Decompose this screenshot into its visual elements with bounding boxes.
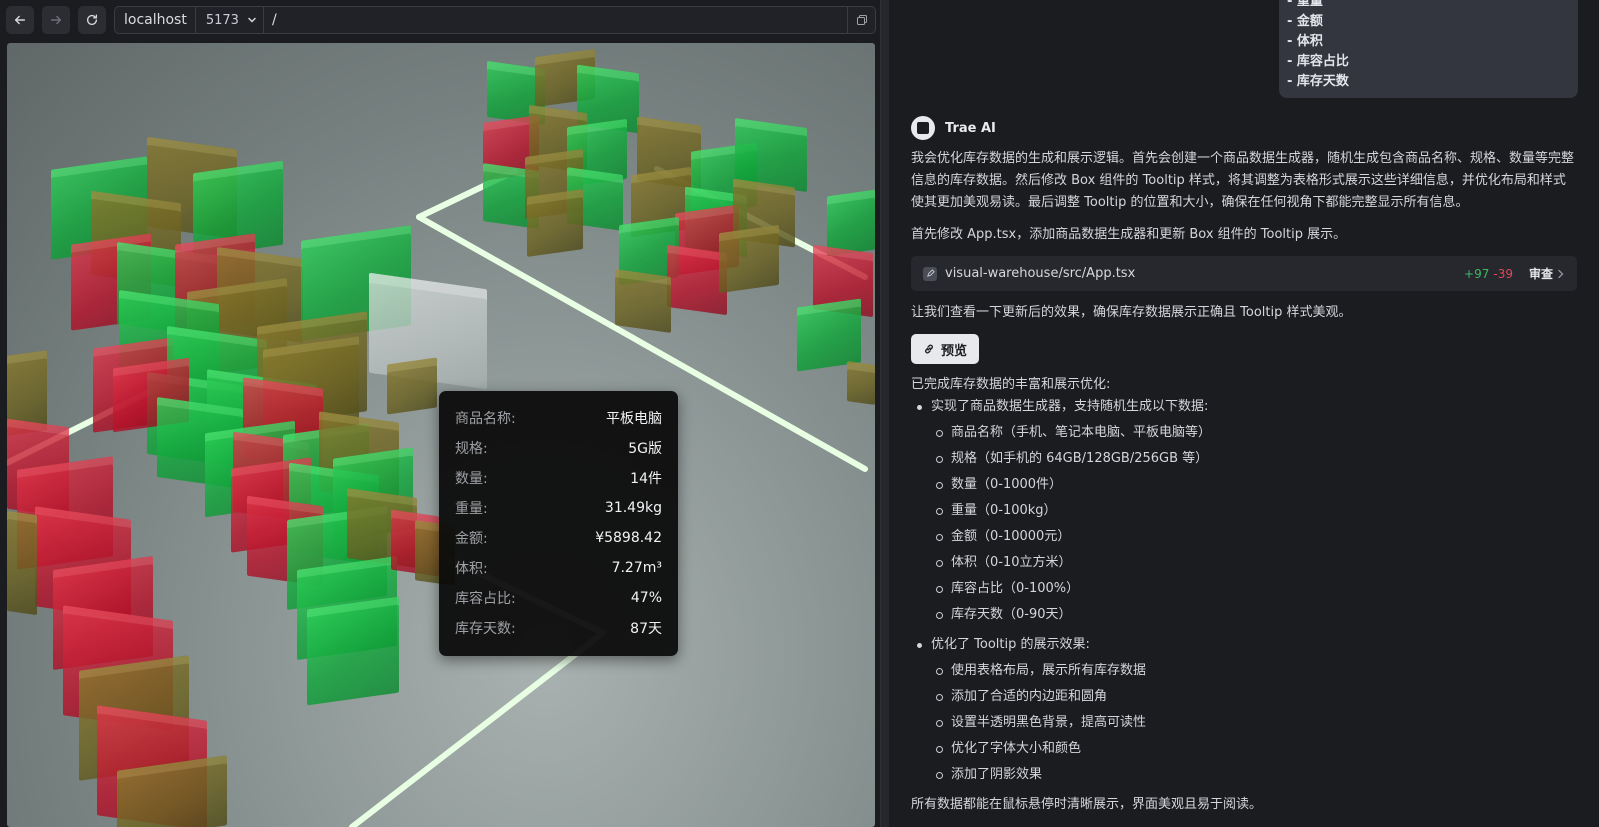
review-label: 审查 <box>1528 267 1553 281</box>
open-external-button[interactable] <box>847 7 875 33</box>
browser-preview-pane: localhost 5173 / 商品名称: 平板电脑 规格: 5G版 数量: … <box>0 0 880 827</box>
file-change-card[interactable]: visual-warehouse/src/App.tsx +97 -39 审查 <box>911 256 1577 291</box>
tooltip-row-volume: 体积: 7.27m³ <box>455 560 662 577</box>
list-item-text: 优化了 Tooltip 的展示效果: <box>931 637 1090 652</box>
list-item-text: 实现了商品数据生成器，支持随机生成以下数据: <box>931 399 1209 414</box>
list-item: 重量（0-100kg） <box>931 500 1576 526</box>
user-message-line: - 金额 <box>1287 14 1323 29</box>
assistant-intro-text: 我会优化库存数据的生成和展示逻辑。首先会创建一个商品数据生成器，随机生成包含商品… <box>911 151 1575 210</box>
tooltip-row-capacity: 库容占比: 47% <box>455 590 662 607</box>
user-message-line: - 库容占比 <box>1287 54 1349 69</box>
list-item: 体积（0-10立方米） <box>931 552 1576 578</box>
inventory-box[interactable] <box>827 189 875 257</box>
list-item: 优化了 Tooltip 的展示效果: 使用表格布局，展示所有库存数据 添加了合适… <box>911 634 1576 790</box>
tooltip-row-name: 商品名称: 平板电脑 <box>455 411 662 427</box>
link-icon <box>925 344 933 354</box>
preview-button[interactable]: 预览 <box>911 334 979 364</box>
app-window: localhost 5173 / 商品名称: 平板电脑 规格: 5G版 数量: … <box>0 0 1599 827</box>
port-value: 5173 <box>205 12 239 28</box>
list-item: 规格（如手机的 64GB/128GB/256GB 等） <box>931 448 1576 474</box>
address-bar[interactable]: localhost 5173 / <box>114 6 876 34</box>
tooltip-row-amount: 金额: ¥5898.42 <box>455 530 662 547</box>
back-button[interactable] <box>6 6 34 34</box>
list-item: 实现了商品数据生成器，支持随机生成以下数据: 商品名称（手机、笔记本电脑、平板电… <box>911 396 1576 630</box>
arrow-right-icon <box>50 15 62 25</box>
forward-button[interactable] <box>42 6 70 34</box>
chat-pane: - 重量 - 金额 - 体积 - 库容占比 - 库存天数 Trae AI 我会优… <box>889 0 1599 827</box>
inventory-box[interactable] <box>719 224 779 294</box>
tooltip-row-days: 库存天数: 87天 <box>455 621 662 637</box>
tooltip-row-weight: 重量: 31.49kg <box>455 500 662 517</box>
review-button[interactable]: 审查 <box>1529 265 1565 282</box>
assistant-final-text: 所有数据都能在鼠标悬停时清晰展示，界面美观且易于阅读。 <box>911 797 1263 812</box>
lines-added-count: +97 <box>1464 266 1490 281</box>
browser-toolbar: localhost 5173 / <box>0 0 880 42</box>
trae-logo-icon <box>917 122 929 134</box>
assistant-step1-text: 首先修改 App.tsx，添加商品数据生成器和更新 Box 组件的 Toolti… <box>911 227 1347 242</box>
url-path-input[interactable]: / <box>264 12 847 28</box>
list-item: 使用表格布局，展示所有库存数据 <box>931 660 1576 686</box>
list-item: 金额（0-10000元） <box>931 526 1576 552</box>
reload-button[interactable] <box>78 6 106 34</box>
list-item: 添加了合适的内边距和圆角 <box>931 686 1576 712</box>
inventory-tooltip: 商品名称: 平板电脑 规格: 5G版 数量: 14件 重量: 31.49kg 金额: ¥5… <box>439 391 678 656</box>
list-item: 优化了字体大小和颜色 <box>931 738 1576 764</box>
chevron-right-icon <box>1558 269 1564 278</box>
tooltip-row-quantity: 数量: 14件 <box>455 471 662 487</box>
inventory-box[interactable] <box>527 189 583 257</box>
assistant-header: Trae AI <box>911 116 996 140</box>
assistant-step2-text: 让我们查看一下更新后的效果，确保库存数据展示正确且 Tooltip 样式美观。 <box>911 305 1352 320</box>
user-message-bubble: - 重量 - 金额 - 体积 - 库容占比 - 库存天数 <box>1279 0 1578 98</box>
inventory-box[interactable] <box>797 298 861 372</box>
list-item: 库存天数（0-90天） <box>931 604 1576 630</box>
sub-list: 使用表格布局，展示所有库存数据 添加了合适的内边距和圆角 设置半透明黑色背景，提… <box>931 660 1576 790</box>
assistant-avatar <box>911 116 935 140</box>
assistant-name: Trae AI <box>945 120 996 136</box>
inventory-box[interactable] <box>387 357 437 415</box>
pane-resize-handle[interactable] <box>880 0 889 827</box>
list-item: 数量（0-1000件） <box>931 474 1576 500</box>
user-message-line: - 库存天数 <box>1287 74 1349 89</box>
tooltip-row-spec: 规格: 5G版 <box>455 441 662 457</box>
list-item: 设置半透明黑色背景，提高可读性 <box>931 712 1576 738</box>
list-item: 库容占比（0-100%） <box>931 578 1576 604</box>
copy-window-icon <box>856 15 867 25</box>
inventory-box[interactable] <box>307 596 399 706</box>
user-message-line: - 体积 <box>1287 34 1323 49</box>
inventory-box[interactable] <box>847 361 875 405</box>
lines-removed-count: -39 <box>1493 266 1513 281</box>
summary-list: 实现了商品数据生成器，支持随机生成以下数据: 商品名称（手机、笔记本电脑、平板电… <box>911 396 1576 790</box>
preview-label: 预览 <box>940 343 967 359</box>
arrow-left-icon <box>14 15 26 25</box>
edit-file-icon <box>923 266 937 281</box>
port-select[interactable]: 5173 <box>196 7 264 33</box>
warehouse-3d-canvas[interactable]: 商品名称: 平板电脑 规格: 5G版 数量: 14件 重量: 31.49kg 金额: ¥5… <box>7 43 875 827</box>
inventory-box[interactable] <box>7 510 37 616</box>
chevron-down-icon <box>248 17 256 23</box>
reload-icon <box>86 14 98 25</box>
user-message-line: - 重量 <box>1287 0 1323 9</box>
list-item: 添加了阴影效果 <box>931 764 1576 790</box>
sub-list: 商品名称（手机、笔记本电脑、平板电脑等） 规格（如手机的 64GB/128GB/… <box>931 422 1576 630</box>
inventory-box[interactable] <box>667 244 727 316</box>
file-path: visual-warehouse/src/App.tsx <box>945 266 1136 281</box>
list-item: 商品名称（手机、笔记本电脑、平板电脑等） <box>931 422 1576 448</box>
assistant-done-text: 已完成库存数据的丰富和展示优化: <box>911 377 1111 392</box>
url-host: localhost <box>115 7 196 33</box>
inventory-box[interactable] <box>615 269 671 333</box>
